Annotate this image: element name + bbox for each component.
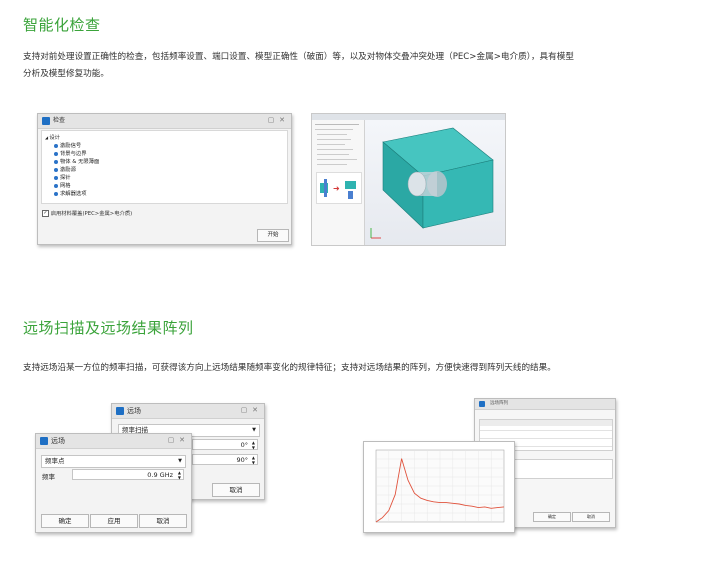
frequency-mode-select[interactable]: 频率点 ▼: [41, 455, 186, 468]
tree-line: [317, 164, 347, 165]
farfield-front-title: 远场: [51, 437, 65, 445]
tree-line: [317, 139, 351, 140]
theta-value: 0°: [240, 441, 248, 449]
apply-button[interactable]: 应用: [90, 514, 138, 528]
project-tree-panel: ➜: [312, 120, 365, 245]
checkbox-checked-icon[interactable]: ✓: [42, 210, 49, 217]
close-icon[interactable]: ✕: [251, 406, 259, 414]
check-status-icon: [54, 183, 58, 188]
material-override-option[interactable]: ✓ 启用材料覆盖(PEC>金属>电介质): [42, 209, 132, 217]
farfield-dialog-front: 远场 ▢ ✕ 频率点 ▼ 频率 0.9 GHz ▲ ▼ 确定 应用 取消: [35, 433, 192, 533]
svg-text:➜: ➜: [333, 184, 340, 193]
farfield-frequency-chart: [375, 449, 505, 523]
tree-line: [317, 154, 349, 155]
model-view-screenshot: ➜: [311, 113, 506, 246]
check-dialog-titlebar: 检查 ▢ ✕: [38, 114, 291, 129]
check-status-icon: [54, 167, 58, 172]
restore-icon[interactable]: ▢: [167, 436, 175, 444]
paragraph-line-1: 支持对前处理设置正确性的检查，包括频率设置、端口设置、模型正确性（破面）等，以及…: [23, 52, 574, 62]
tree-item-1[interactable]: 背景与边界: [54, 149, 87, 157]
table-row-divider: [480, 430, 612, 431]
ok-button[interactable]: 确定: [41, 514, 89, 528]
paragraph-line-2: 分析及模型修复功能。: [23, 69, 109, 79]
check-status-icon: [54, 191, 58, 196]
section-paragraph-farfield: 支持远场沿某一方位的频率扫描，可获得该方向上远场结果随频率变化的规律特征；支持对…: [23, 363, 556, 373]
table-row-divider: [480, 438, 612, 439]
3d-model-viewport[interactable]: [365, 120, 505, 245]
chevron-down-icon: ▼: [178, 458, 182, 464]
app-icon: [42, 117, 50, 125]
tree-root[interactable]: ◢ 设计: [45, 133, 60, 141]
spinner-icon[interactable]: ▲ ▼: [178, 470, 181, 480]
array-dialog-title: 远场阵列: [490, 401, 508, 406]
tree-item-4[interactable]: 探针: [54, 173, 71, 181]
phi-input[interactable]: 90° ▲ ▼: [192, 454, 258, 465]
farfield-front-titlebar: 远场 ▢ ✕: [36, 434, 191, 449]
tree-item-6[interactable]: 求解器选项: [54, 189, 87, 197]
spinner-icon[interactable]: ▲ ▼: [252, 455, 255, 465]
check-status-icon: [54, 143, 58, 148]
array-dialog-titlebar: 远场阵列: [475, 399, 615, 410]
tree-line: [315, 129, 353, 130]
cancel-button-back[interactable]: 取消: [212, 483, 260, 497]
check-dialog-title: 检查: [53, 117, 66, 124]
tree-item-2[interactable]: 物体 & 无限薄面: [54, 157, 99, 165]
check-status-icon: [54, 175, 58, 180]
tree-item-label: 求解器选项: [60, 191, 87, 197]
check-dialog: 检查 ▢ ✕ ◢ 设计 激励信号 背景与边界 物体 & 无限薄面 激励源 探针 …: [37, 113, 292, 245]
farfield-frequency-chart-window: [363, 441, 515, 533]
array-ok-button[interactable]: 确定: [533, 512, 571, 522]
app-icon: [479, 401, 485, 407]
close-icon[interactable]: ✕: [178, 436, 186, 444]
cancel-button[interactable]: 取消: [139, 514, 187, 528]
app-icon: [116, 407, 124, 415]
farfield-back-title: 远场: [127, 407, 141, 415]
tree-item-3[interactable]: 激励源: [54, 165, 76, 173]
chevron-down-icon: ▼: [252, 427, 256, 433]
frequency-label: 频率: [42, 473, 55, 481]
farfield-back-titlebar: 远场 ▢ ✕: [112, 404, 264, 419]
array-table-header: [480, 420, 612, 426]
tree-line: [315, 124, 359, 125]
phi-value: 90°: [236, 456, 248, 464]
check-status-icon: [54, 159, 58, 164]
checkbox-label: 启用材料覆盖(PEC>金属>电介质): [50, 211, 133, 217]
array-cancel-button[interactable]: 取消: [572, 512, 610, 522]
check-status-icon: [54, 151, 58, 156]
frequency-input[interactable]: 0.9 GHz ▲ ▼: [72, 469, 184, 480]
theta-input[interactable]: 0° ▲ ▼: [192, 439, 258, 450]
tree-item-0[interactable]: 激励信号: [54, 141, 81, 149]
section-heading-smart-check: 智能化检查: [23, 16, 101, 34]
overlap-illustration: ➜: [316, 172, 362, 204]
section-paragraph-smart-check: 支持对前处理设置正确性的检查，包括频率设置、端口设置、模型正确性（破面）等，以及…: [23, 49, 713, 83]
app-icon: [40, 437, 48, 445]
spinner-icon[interactable]: ▲ ▼: [252, 440, 255, 450]
start-button[interactable]: 开始: [257, 229, 289, 242]
frequency-mode-value: 频率点: [45, 457, 65, 465]
tree-item-5[interactable]: 网格: [54, 181, 71, 189]
restore-icon[interactable]: ▢: [240, 406, 248, 414]
overlap-illustration-icon: ➜: [320, 179, 356, 199]
frequency-value: 0.9 GHz: [147, 471, 173, 479]
restore-icon[interactable]: ▢: [267, 116, 275, 124]
check-tree: ◢ 设计 激励信号 背景与边界 物体 & 无限薄面 激励源 探针 网格 求解器选…: [41, 130, 288, 204]
tree-line: [317, 159, 357, 160]
close-icon[interactable]: ✕: [278, 116, 286, 124]
tree-line: [317, 144, 345, 145]
section-heading-farfield: 远场扫描及远场结果阵列: [23, 319, 194, 337]
tree-line: [317, 149, 353, 150]
tree-line: [317, 134, 347, 135]
